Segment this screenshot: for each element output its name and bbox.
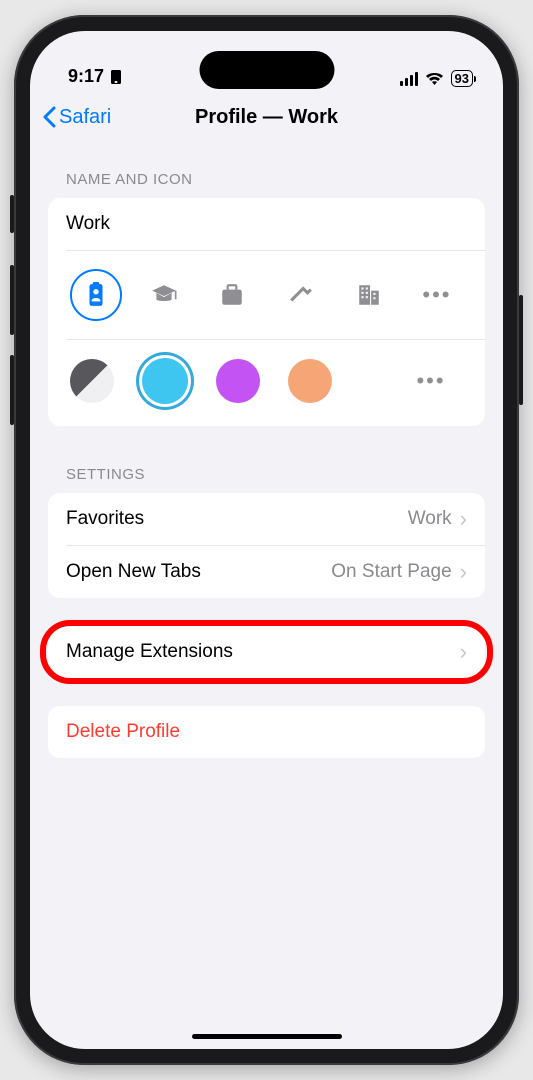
icon-option-briefcase[interactable]	[206, 269, 258, 321]
profile-name-value: Work	[66, 213, 110, 235]
ellipsis-icon: •••	[422, 282, 451, 308]
icon-option-building[interactable]	[343, 269, 395, 321]
color-option-orange[interactable]	[288, 359, 332, 403]
side-button	[10, 265, 14, 335]
delete-profile-row[interactable]: Delete Profile	[48, 706, 485, 758]
name-icon-card: Work	[48, 198, 485, 426]
back-label: Safari	[59, 106, 111, 129]
phone-frame: 9:17 93	[14, 15, 519, 1065]
more-colors-button[interactable]: •••	[405, 368, 457, 394]
favorites-row[interactable]: Favorites Work ›	[48, 493, 485, 545]
chevron-right-icon: ›	[460, 508, 467, 530]
status-right: 93	[400, 70, 473, 87]
more-icons-button[interactable]: •••	[411, 282, 463, 308]
status-time-area: 9:17	[68, 66, 122, 87]
ellipsis-icon: •••	[416, 368, 445, 394]
color-picker-row: •••	[48, 340, 485, 426]
profile-name-row[interactable]: Work	[48, 198, 485, 250]
dynamic-island	[199, 51, 334, 89]
icon-option-hammer[interactable]	[275, 269, 327, 321]
icon-picker-row: •••	[48, 251, 485, 339]
color-option-purple[interactable]	[216, 359, 260, 403]
favorites-label: Favorites	[66, 508, 144, 530]
section-header-name-icon: NAME AND ICON	[48, 143, 485, 198]
status-time: 9:17	[68, 66, 104, 87]
briefcase-icon	[219, 282, 245, 308]
building-icon	[356, 282, 382, 308]
home-indicator[interactable]	[192, 1034, 342, 1039]
manage-extensions-row[interactable]: Manage Extensions ›	[48, 626, 485, 678]
content-area: NAME AND ICON Work	[30, 143, 503, 758]
side-button	[519, 295, 523, 405]
side-button	[10, 355, 14, 425]
battery-indicator: 93	[451, 70, 473, 87]
chevron-left-icon	[42, 106, 56, 128]
cellular-signal-icon	[400, 72, 418, 86]
icon-option-badge[interactable]	[70, 269, 122, 321]
delete-card: Delete Profile	[48, 706, 485, 758]
hammer-icon	[288, 282, 314, 308]
chevron-right-icon: ›	[460, 561, 467, 583]
screen: 9:17 93	[30, 31, 503, 1049]
badge-icon	[83, 282, 109, 308]
graduation-icon	[151, 282, 177, 308]
chevron-right-icon: ›	[460, 641, 467, 663]
portrait-lock-icon	[110, 69, 122, 85]
open-tabs-label: Open New Tabs	[66, 561, 201, 583]
favorites-value: Work	[408, 508, 452, 530]
settings-card: Favorites Work › Open New Tabs On Start …	[48, 493, 485, 598]
navigation-bar: Safari Profile — Work	[30, 91, 503, 143]
icon-option-graduation[interactable]	[138, 269, 190, 321]
color-option-two-tone[interactable]	[70, 359, 114, 403]
open-new-tabs-row[interactable]: Open New Tabs On Start Page ›	[48, 546, 485, 598]
wifi-icon	[425, 72, 444, 86]
page-title: Profile — Work	[195, 106, 338, 129]
back-button[interactable]: Safari	[42, 106, 111, 129]
side-button	[10, 195, 14, 233]
manage-extensions-label: Manage Extensions	[66, 641, 233, 663]
open-tabs-value: On Start Page	[331, 561, 451, 583]
delete-profile-label: Delete Profile	[66, 721, 180, 743]
section-header-settings: SETTINGS	[48, 426, 485, 493]
color-option-cyan[interactable]	[142, 358, 188, 404]
manage-extensions-wrapper: Manage Extensions ›	[48, 626, 485, 678]
battery-percent: 93	[455, 72, 469, 85]
